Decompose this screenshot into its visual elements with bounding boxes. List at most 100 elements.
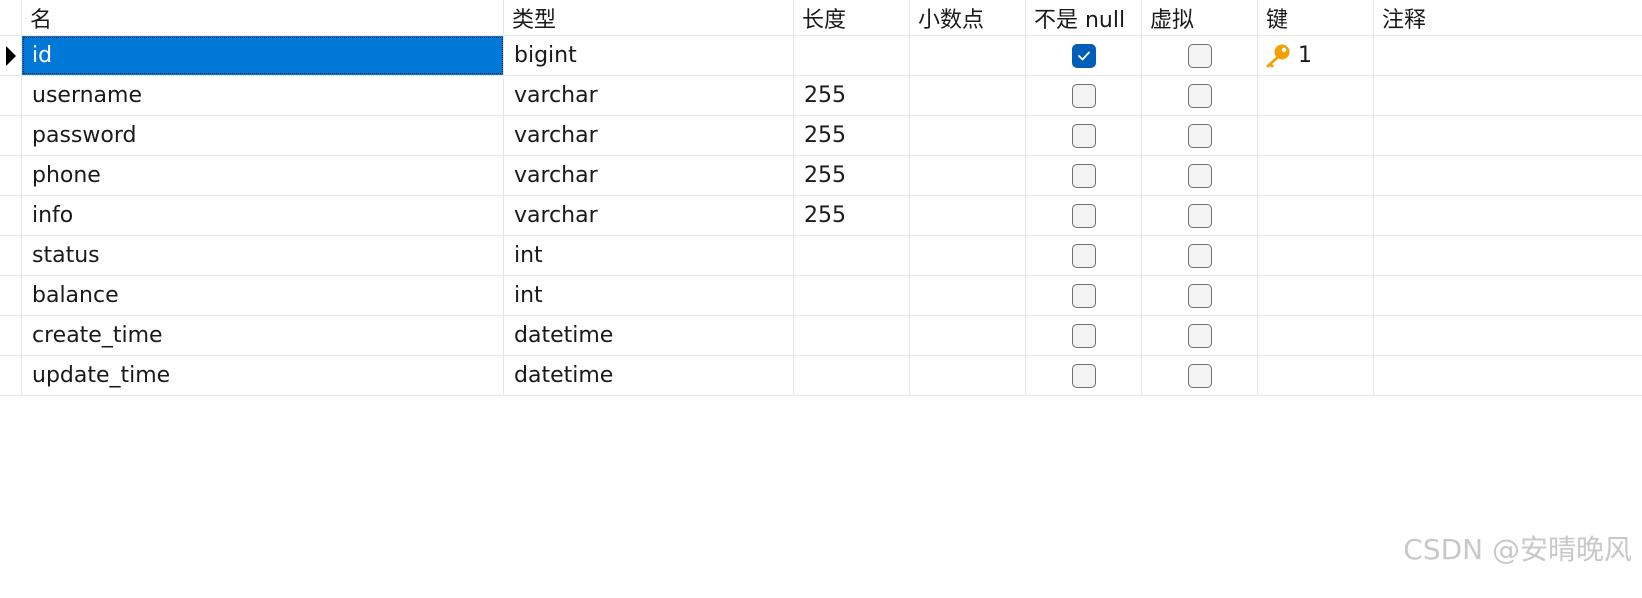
row-indicator[interactable] xyxy=(0,236,22,275)
field-type-cell[interactable]: varchar xyxy=(504,156,794,195)
table-row[interactable]: id bigint 1 xyxy=(0,36,1642,76)
field-decimals-cell[interactable] xyxy=(910,276,1026,315)
virtual-cell xyxy=(1142,36,1258,75)
virtual-checkbox[interactable] xyxy=(1187,283,1212,308)
field-decimals-cell[interactable] xyxy=(910,316,1026,355)
virtual-checkbox[interactable] xyxy=(1187,83,1212,108)
not-null-cell xyxy=(1026,116,1142,155)
virtual-checkbox[interactable] xyxy=(1187,243,1212,268)
table-row[interactable]: phone varchar 255 xyxy=(0,156,1642,196)
column-header-comment[interactable]: 注释 xyxy=(1374,0,1642,35)
field-decimals-cell[interactable] xyxy=(910,36,1026,75)
field-name-cell[interactable]: create_time xyxy=(22,316,504,355)
key-cell[interactable] xyxy=(1258,76,1374,115)
field-comment-cell[interactable] xyxy=(1374,76,1642,115)
table-row[interactable]: status int xyxy=(0,236,1642,276)
field-decimals-cell[interactable] xyxy=(910,116,1026,155)
field-decimals-cell[interactable] xyxy=(910,236,1026,275)
row-indicator[interactable] xyxy=(0,196,22,235)
field-length-cell[interactable] xyxy=(794,356,910,395)
not-null-checkbox[interactable] xyxy=(1071,323,1096,348)
virtual-checkbox[interactable] xyxy=(1187,363,1212,388)
row-indicator[interactable] xyxy=(0,356,22,395)
field-decimals-cell[interactable] xyxy=(910,196,1026,235)
field-comment-cell[interactable] xyxy=(1374,156,1642,195)
row-indicator[interactable] xyxy=(0,316,22,355)
row-indicator[interactable] xyxy=(0,36,22,75)
column-header-type[interactable]: 类型 xyxy=(504,0,794,35)
column-header-virtual[interactable]: 虚拟 xyxy=(1142,0,1258,35)
key-cell[interactable] xyxy=(1258,236,1374,275)
field-type-cell[interactable]: int xyxy=(504,236,794,275)
field-comment-cell[interactable] xyxy=(1374,276,1642,315)
row-indicator[interactable] xyxy=(0,76,22,115)
field-type-cell[interactable]: varchar xyxy=(504,76,794,115)
field-name-cell[interactable]: phone xyxy=(22,156,504,195)
table-row[interactable]: balance int xyxy=(0,276,1642,316)
field-length-cell[interactable]: 255 xyxy=(794,76,910,115)
column-header-key[interactable]: 键 xyxy=(1258,0,1374,35)
field-type-cell[interactable]: int xyxy=(504,276,794,315)
field-comment-cell[interactable] xyxy=(1374,356,1642,395)
virtual-checkbox[interactable] xyxy=(1187,323,1212,348)
virtual-checkbox[interactable] xyxy=(1187,123,1212,148)
key-cell[interactable] xyxy=(1258,316,1374,355)
virtual-checkbox[interactable] xyxy=(1187,163,1212,188)
field-name-cell[interactable]: password xyxy=(22,116,504,155)
field-decimals-cell[interactable] xyxy=(910,76,1026,115)
row-indicator[interactable] xyxy=(0,156,22,195)
table-row[interactable]: create_time datetime xyxy=(0,316,1642,356)
not-null-checkbox[interactable] xyxy=(1071,43,1096,68)
field-comment-cell[interactable] xyxy=(1374,36,1642,75)
key-cell[interactable] xyxy=(1258,356,1374,395)
field-name-cell[interactable]: id xyxy=(22,36,504,75)
key-cell[interactable] xyxy=(1258,276,1374,315)
key-cell[interactable]: 1 xyxy=(1258,36,1374,75)
table-row[interactable]: info varchar 255 xyxy=(0,196,1642,236)
not-null-checkbox[interactable] xyxy=(1071,163,1096,188)
virtual-checkbox[interactable] xyxy=(1187,43,1212,68)
not-null-checkbox[interactable] xyxy=(1071,243,1096,268)
field-type-cell[interactable]: datetime xyxy=(504,356,794,395)
key-cell[interactable] xyxy=(1258,116,1374,155)
field-length-cell[interactable]: 255 xyxy=(794,116,910,155)
not-null-checkbox[interactable] xyxy=(1071,123,1096,148)
table-row[interactable]: password varchar 255 xyxy=(0,116,1642,156)
not-null-checkbox[interactable] xyxy=(1071,363,1096,388)
field-length-cell[interactable] xyxy=(794,276,910,315)
field-type-cell[interactable]: bigint xyxy=(504,36,794,75)
field-comment-cell[interactable] xyxy=(1374,316,1642,355)
table-row[interactable]: update_time datetime xyxy=(0,356,1642,396)
field-type-cell[interactable]: varchar xyxy=(504,196,794,235)
field-name-cell[interactable]: update_time xyxy=(22,356,504,395)
field-name-cell[interactable]: status xyxy=(22,236,504,275)
field-length-cell[interactable]: 255 xyxy=(794,196,910,235)
field-length-cell[interactable]: 255 xyxy=(794,156,910,195)
not-null-checkbox[interactable] xyxy=(1071,83,1096,108)
row-indicator[interactable] xyxy=(0,276,22,315)
field-comment-cell[interactable] xyxy=(1374,196,1642,235)
table-row[interactable]: username varchar 255 xyxy=(0,76,1642,116)
field-decimals-cell[interactable] xyxy=(910,156,1026,195)
not-null-checkbox[interactable] xyxy=(1071,203,1096,228)
field-name-cell[interactable]: info xyxy=(22,196,504,235)
field-comment-cell[interactable] xyxy=(1374,116,1642,155)
not-null-checkbox[interactable] xyxy=(1071,283,1096,308)
row-indicator[interactable] xyxy=(0,116,22,155)
column-header-name[interactable]: 名 xyxy=(22,0,504,35)
field-length-cell[interactable] xyxy=(794,236,910,275)
field-comment-cell[interactable] xyxy=(1374,236,1642,275)
key-cell[interactable] xyxy=(1258,196,1374,235)
column-header-not-null[interactable]: 不是 null xyxy=(1026,0,1142,35)
field-name-cell[interactable]: username xyxy=(22,76,504,115)
field-length-cell[interactable] xyxy=(794,316,910,355)
column-header-decimals[interactable]: 小数点 xyxy=(910,0,1026,35)
field-length-cell[interactable] xyxy=(794,36,910,75)
column-header-length[interactable]: 长度 xyxy=(794,0,910,35)
field-name-cell[interactable]: balance xyxy=(22,276,504,315)
field-type-cell[interactable]: datetime xyxy=(504,316,794,355)
key-cell[interactable] xyxy=(1258,156,1374,195)
field-type-cell[interactable]: varchar xyxy=(504,116,794,155)
field-decimals-cell[interactable] xyxy=(910,356,1026,395)
virtual-checkbox[interactable] xyxy=(1187,203,1212,228)
